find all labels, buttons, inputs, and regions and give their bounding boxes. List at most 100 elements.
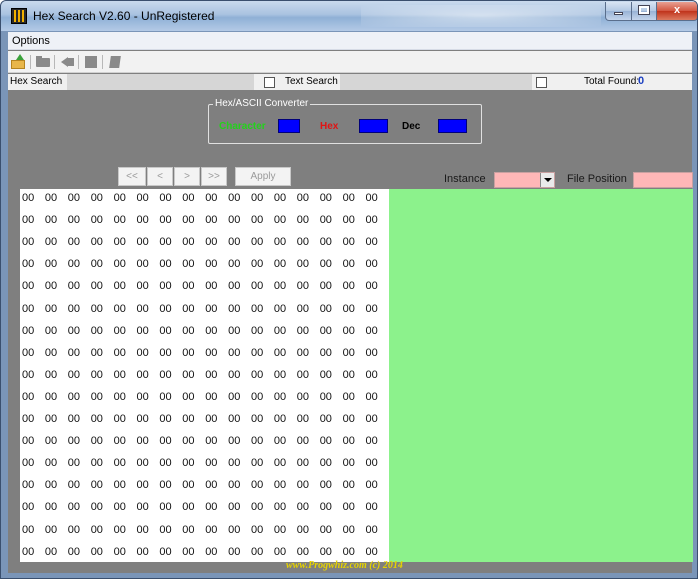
hex-cell[interactable]: 00 bbox=[366, 192, 388, 204]
text-search-checkbox[interactable] bbox=[536, 77, 547, 88]
hex-cell[interactable]: 00 bbox=[274, 524, 296, 536]
hex-cell[interactable]: 00 bbox=[251, 258, 273, 270]
hex-cell[interactable]: 00 bbox=[366, 524, 388, 536]
hex-cell[interactable]: 00 bbox=[137, 479, 159, 491]
hex-cell[interactable]: 00 bbox=[159, 479, 181, 491]
minimize-button[interactable] bbox=[605, 2, 632, 21]
hex-cell[interactable]: 00 bbox=[297, 435, 319, 447]
hex-cell[interactable]: 00 bbox=[366, 303, 388, 315]
hex-cell[interactable]: 00 bbox=[205, 391, 227, 403]
hex-cell[interactable]: 00 bbox=[45, 546, 67, 558]
hex-search-input[interactable] bbox=[67, 74, 254, 90]
hex-cell[interactable]: 00 bbox=[182, 524, 204, 536]
hex-cell[interactable]: 00 bbox=[251, 369, 273, 381]
hex-cell[interactable]: 00 bbox=[91, 524, 113, 536]
hex-cell[interactable]: 00 bbox=[320, 479, 342, 491]
hex-cell[interactable]: 00 bbox=[159, 192, 181, 204]
hex-cell[interactable]: 00 bbox=[45, 369, 67, 381]
hex-cell[interactable]: 00 bbox=[205, 236, 227, 248]
last-page-button[interactable]: >> bbox=[201, 167, 227, 186]
text-search-input[interactable] bbox=[340, 74, 532, 90]
dec-field[interactable] bbox=[438, 119, 467, 133]
hex-cell[interactable]: 00 bbox=[114, 280, 136, 292]
hex-cell[interactable]: 00 bbox=[68, 479, 90, 491]
hex-cell[interactable]: 00 bbox=[22, 501, 44, 513]
hex-cell[interactable]: 00 bbox=[320, 391, 342, 403]
hex-cell[interactable]: 00 bbox=[114, 258, 136, 270]
back-icon[interactable] bbox=[59, 54, 75, 70]
hex-cell[interactable]: 00 bbox=[45, 413, 67, 425]
hex-cell[interactable]: 00 bbox=[182, 325, 204, 337]
hex-cell[interactable]: 00 bbox=[137, 435, 159, 447]
hex-cell[interactable]: 00 bbox=[205, 413, 227, 425]
hex-cell[interactable]: 00 bbox=[45, 501, 67, 513]
hex-field[interactable] bbox=[359, 119, 388, 133]
hex-cell[interactable]: 00 bbox=[159, 214, 181, 226]
hex-cell[interactable]: 00 bbox=[205, 524, 227, 536]
hex-cell[interactable]: 00 bbox=[22, 236, 44, 248]
hex-cell[interactable]: 00 bbox=[320, 413, 342, 425]
hex-cell[interactable]: 00 bbox=[45, 347, 67, 359]
hex-cell[interactable]: 00 bbox=[91, 413, 113, 425]
hex-cell[interactable]: 00 bbox=[274, 369, 296, 381]
hex-cell[interactable]: 00 bbox=[320, 280, 342, 292]
hex-cell[interactable]: 00 bbox=[251, 236, 273, 248]
hex-cell[interactable]: 00 bbox=[343, 192, 365, 204]
title-bar[interactable]: Hex Search V2.60 - UnRegistered x bbox=[1, 1, 697, 31]
hex-cell[interactable]: 00 bbox=[297, 369, 319, 381]
hex-cell[interactable]: 00 bbox=[251, 347, 273, 359]
hex-cell[interactable]: 00 bbox=[68, 501, 90, 513]
hex-cell[interactable]: 00 bbox=[182, 413, 204, 425]
hex-cell[interactable]: 00 bbox=[22, 524, 44, 536]
hex-cell[interactable]: 00 bbox=[137, 214, 159, 226]
hex-cell[interactable]: 00 bbox=[91, 479, 113, 491]
hex-cell[interactable]: 00 bbox=[182, 236, 204, 248]
hex-cell[interactable]: 00 bbox=[228, 546, 250, 558]
hex-cell[interactable]: 00 bbox=[182, 546, 204, 558]
hex-cell[interactable]: 00 bbox=[205, 369, 227, 381]
hex-cell[interactable]: 00 bbox=[114, 546, 136, 558]
hex-cell[interactable]: 00 bbox=[68, 236, 90, 248]
hex-cell[interactable]: 00 bbox=[45, 303, 67, 315]
hex-cell[interactable]: 00 bbox=[343, 501, 365, 513]
hex-cell[interactable]: 00 bbox=[343, 214, 365, 226]
hex-cell[interactable]: 00 bbox=[274, 325, 296, 337]
document-icon[interactable] bbox=[107, 54, 123, 70]
hex-cell[interactable]: 00 bbox=[68, 413, 90, 425]
hex-cell[interactable]: 00 bbox=[114, 391, 136, 403]
hex-cell[interactable]: 00 bbox=[343, 457, 365, 469]
hex-cell[interactable]: 00 bbox=[45, 192, 67, 204]
hex-cell[interactable]: 00 bbox=[114, 413, 136, 425]
hex-cell[interactable]: 00 bbox=[320, 325, 342, 337]
hex-cell[interactable]: 00 bbox=[343, 546, 365, 558]
hex-cell[interactable]: 00 bbox=[22, 413, 44, 425]
ascii-pane[interactable] bbox=[389, 189, 693, 562]
hex-cell[interactable]: 00 bbox=[274, 479, 296, 491]
hex-cell[interactable]: 00 bbox=[114, 347, 136, 359]
hex-cell[interactable]: 00 bbox=[45, 236, 67, 248]
hex-cell[interactable]: 00 bbox=[68, 546, 90, 558]
hex-cell[interactable]: 00 bbox=[228, 280, 250, 292]
hex-cell[interactable]: 00 bbox=[182, 501, 204, 513]
hex-cell[interactable]: 00 bbox=[182, 303, 204, 315]
hex-cell[interactable]: 00 bbox=[228, 413, 250, 425]
hex-cell[interactable]: 00 bbox=[114, 435, 136, 447]
hex-cell[interactable]: 00 bbox=[205, 192, 227, 204]
hex-cell[interactable]: 00 bbox=[91, 435, 113, 447]
hex-cell[interactable]: 00 bbox=[366, 391, 388, 403]
menu-options[interactable]: Options bbox=[12, 35, 50, 47]
hex-cell[interactable]: 00 bbox=[320, 214, 342, 226]
hex-cell[interactable]: 00 bbox=[22, 435, 44, 447]
hex-cell[interactable]: 00 bbox=[228, 457, 250, 469]
hex-cell[interactable]: 00 bbox=[22, 347, 44, 359]
maximize-button[interactable] bbox=[631, 2, 657, 21]
hex-cell[interactable]: 00 bbox=[228, 236, 250, 248]
hex-cell[interactable]: 00 bbox=[182, 479, 204, 491]
hex-cell[interactable]: 00 bbox=[320, 546, 342, 558]
hex-cell[interactable]: 00 bbox=[366, 236, 388, 248]
hex-cell[interactable]: 00 bbox=[297, 413, 319, 425]
hex-cell[interactable]: 00 bbox=[297, 479, 319, 491]
hex-cell[interactable]: 00 bbox=[297, 258, 319, 270]
hex-cell[interactable]: 00 bbox=[68, 391, 90, 403]
hex-cell[interactable]: 00 bbox=[320, 258, 342, 270]
